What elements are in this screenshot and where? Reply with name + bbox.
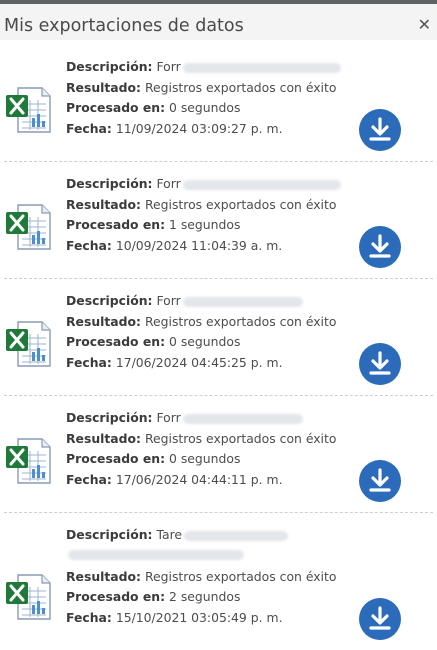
description-value: Forr [156,59,181,74]
date-value: 17/06/2024 04:45:25 p. m. [115,355,283,370]
result-label: Resultado: [66,569,142,584]
list-item: Descripción: Tare Resultado: Registros e… [0,513,437,650]
download-button[interactable] [359,598,401,640]
result-value: Registros exportados con éxito [144,80,337,95]
description-line: Descripción: Forr [66,59,341,75]
result-label: Resultado: [66,197,142,212]
processed-value: 0 segundos [169,451,241,466]
list-item: Descripción: Forr Resultado: Registros e… [0,396,437,513]
processed-line: Procesado en: 0 segundos [66,334,240,350]
date-value: 15/10/2021 03:05:49 p. m. [115,610,283,625]
download-button[interactable] [359,109,401,151]
processed-label: Procesado en: [66,334,166,349]
result-line: Resultado: Registros exportados con éxit… [66,197,336,213]
description-value: Forr [156,410,181,425]
date-label: Fecha: [66,121,112,136]
date-label: Fecha: [66,238,112,253]
date-line: Fecha: 10/09/2024 11:04:39 a. m. [66,238,282,254]
redacted-text [68,550,244,560]
redacted-text [184,530,289,541]
result-value: Registros exportados con éxito [144,431,337,446]
redacted-text [182,296,303,307]
description-line: Descripción: Forr [66,293,303,309]
result-line: Resultado: Registros exportados con éxit… [66,569,336,585]
excel-file-icon [6,574,51,620]
description-label: Descripción: [66,176,153,191]
description-value: Tare [156,527,183,542]
result-label: Resultado: [66,431,142,446]
exports-list: Descripción: Forr Resultado: Registros e… [0,40,437,650]
excel-file-icon [6,321,51,367]
list-item: Descripción: Forr Resultado: Registros e… [0,162,437,279]
processed-label: Procesado en: [66,451,166,466]
description-label: Descripción: [66,293,153,308]
date-value: 17/06/2024 04:44:11 p. m. [115,472,283,487]
download-icon [369,468,391,492]
redacted-text [182,413,303,424]
processed-value: 0 segundos [169,100,241,115]
result-value: Registros exportados con éxito [144,569,337,584]
date-line: Fecha: 17/06/2024 04:45:25 p. m. [66,355,283,371]
processed-line: Procesado en: 0 segundos [66,100,240,116]
date-line: Fecha: 15/10/2021 03:05:49 p. m. [66,610,283,626]
processed-line: Procesado en: 2 segundos [66,589,240,605]
dialog-header: Mis exportaciones de datos ✕ [0,4,437,40]
redacted-text [182,62,341,73]
date-label: Fecha: [66,355,112,370]
download-icon [369,351,391,375]
redacted-text [182,179,341,190]
processed-label: Procesado en: [66,589,166,604]
description-label: Descripción: [66,527,153,542]
result-label: Resultado: [66,80,142,95]
result-label: Resultado: [66,314,142,329]
download-button[interactable] [359,226,401,268]
download-icon [369,117,391,141]
dialog-title: Mis exportaciones de datos [4,16,244,36]
result-value: Registros exportados con éxito [144,197,337,212]
processed-label: Procesado en: [66,100,166,115]
excel-file-icon [6,204,51,250]
list-item: Descripción: Forr Resultado: Registros e… [0,40,437,162]
description-value: Forr [156,176,181,191]
processed-line: Procesado en: 0 segundos [66,451,240,467]
date-label: Fecha: [66,472,112,487]
description-line: Descripción: Tare [66,527,289,543]
download-button[interactable] [359,343,401,385]
description-line: Descripción: Forr [66,410,303,426]
exports-dialog: Mis exportaciones de datos ✕ Descripción… [0,0,437,650]
date-line: Fecha: 17/06/2024 04:44:11 p. m. [66,472,283,488]
list-item: Descripción: Forr Resultado: Registros e… [0,279,437,396]
close-icon[interactable]: ✕ [418,17,431,33]
date-value: 10/09/2024 11:04:39 a. m. [115,238,283,253]
description-label: Descripción: [66,59,153,74]
download-button[interactable] [359,460,401,502]
date-label: Fecha: [66,610,112,625]
processed-value: 2 segundos [169,589,241,604]
excel-file-icon [6,438,51,484]
result-value: Registros exportados con éxito [144,314,337,329]
processed-label: Procesado en: [66,217,166,232]
description-label: Descripción: [66,410,153,425]
description-value: Forr [156,293,181,308]
result-line: Resultado: Registros exportados con éxit… [66,431,336,447]
excel-file-icon [6,87,51,133]
download-icon [369,606,391,630]
processed-value: 0 segundos [169,334,241,349]
description-line: Descripción: Forr [66,176,341,192]
date-line: Fecha: 11/09/2024 03:09:27 p. m. [66,121,283,137]
processed-line: Procesado en: 1 segundos [66,217,240,233]
processed-value: 1 segundos [169,217,241,232]
download-icon [369,234,391,258]
result-line: Resultado: Registros exportados con éxit… [66,80,336,96]
result-line: Resultado: Registros exportados con éxit… [66,314,336,330]
date-value: 11/09/2024 03:09:27 p. m. [115,121,283,136]
